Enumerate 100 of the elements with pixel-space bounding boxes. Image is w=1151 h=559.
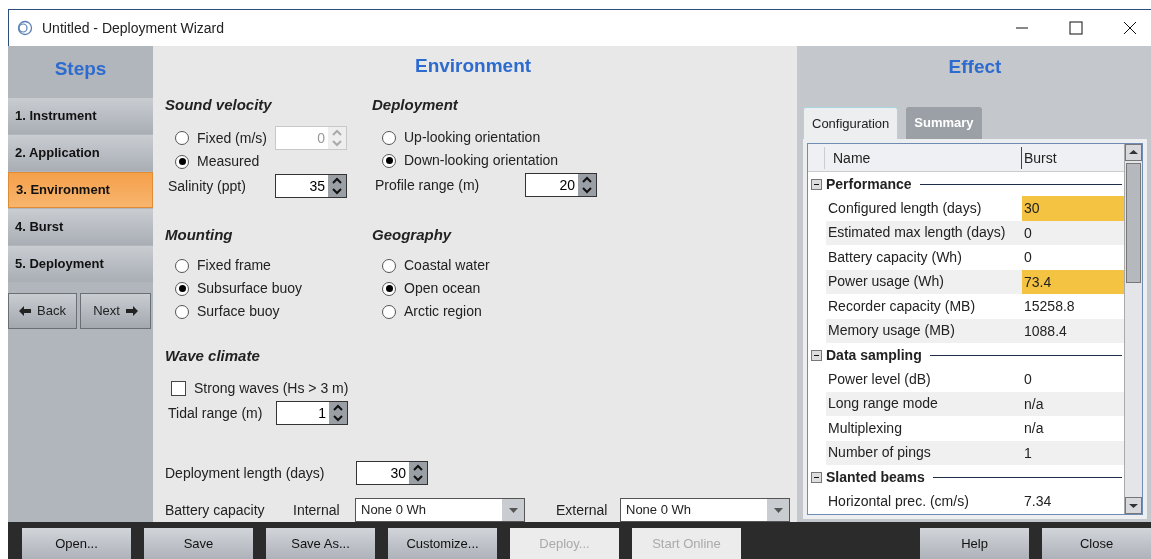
property-value: 30 xyxy=(1022,196,1124,221)
step-tab[interactable]: 5. Deployment xyxy=(8,246,153,282)
action-button[interactable]: Open... xyxy=(22,528,131,559)
radio-label: Fixed frame xyxy=(197,256,271,275)
spinner-arrows-icon[interactable] xyxy=(409,462,427,484)
property-name: Power level (dB) xyxy=(827,369,932,389)
property-name: Number of pings xyxy=(827,443,932,463)
radio-button[interactable] xyxy=(382,304,396,319)
radio-button[interactable] xyxy=(382,130,396,145)
action-button[interactable]: Save xyxy=(144,528,253,559)
group-title: Data sampling xyxy=(826,345,922,365)
property-name: Configured length (days) xyxy=(827,198,983,218)
section-title: Deployment xyxy=(372,95,458,115)
property-value: 7.34 xyxy=(1023,492,1053,511)
spin-field[interactable]: 1 xyxy=(276,401,348,425)
spinner-arrows-icon[interactable] xyxy=(328,175,346,197)
scroll-down-icon[interactable] xyxy=(1125,497,1142,514)
property-name: Recorder capacity (MB) xyxy=(827,296,977,316)
spinner-arrows-icon[interactable] xyxy=(578,174,596,196)
tab[interactable]: Configuration xyxy=(803,107,899,139)
property-value: 0 xyxy=(1023,223,1033,243)
field-label: Internal xyxy=(293,500,341,520)
collapse-icon[interactable] xyxy=(811,471,822,483)
group-title: Slanted beams xyxy=(826,467,925,487)
caret-down-icon[interactable] xyxy=(773,507,783,513)
property-name: Horizontal prec. (cm/s) xyxy=(827,491,970,511)
radio-button[interactable] xyxy=(175,281,189,296)
field-label: Deployment length (days) xyxy=(165,463,326,483)
scroll-up-icon[interactable] xyxy=(1125,144,1142,161)
property-value: 1 xyxy=(1023,443,1033,463)
property-value: n/a xyxy=(1023,394,1045,414)
radio-button[interactable] xyxy=(175,154,189,169)
collapse-icon[interactable] xyxy=(811,349,822,361)
spinner-arrows-icon[interactable] xyxy=(329,402,347,424)
radio-label: Down-looking orientation xyxy=(404,151,559,170)
field-label: Tidal range (m) xyxy=(167,403,264,423)
group-title: Performance xyxy=(826,174,912,194)
action-button[interactable]: Help xyxy=(920,528,1029,559)
next-button[interactable]: Next xyxy=(80,293,151,329)
radio-button[interactable] xyxy=(382,258,396,273)
section-title: Mounting xyxy=(165,225,233,245)
checkbox-label: Strong waves (Hs > 3 m) xyxy=(194,379,349,398)
collapse-icon[interactable] xyxy=(811,178,822,190)
property-name: Multiplexing xyxy=(827,418,903,438)
property-name: Estimated max length (days) xyxy=(827,223,1007,243)
radio-label: Surface buoy xyxy=(197,302,280,321)
property-value: 0 xyxy=(1023,370,1033,389)
action-button[interactable]: Close xyxy=(1042,528,1151,559)
property-value: 15258.8 xyxy=(1023,297,1076,316)
radio-button[interactable] xyxy=(382,281,396,296)
radio-button[interactable] xyxy=(175,304,189,319)
caret-down-icon[interactable] xyxy=(508,507,518,513)
checkbox[interactable] xyxy=(171,381,186,396)
panel-title: Effect xyxy=(948,55,1002,80)
property-name: Long range mode xyxy=(827,394,939,414)
action-button[interactable]: Save As... xyxy=(266,528,375,559)
action-button[interactable]: Customize... xyxy=(388,528,497,559)
app-logo-icon xyxy=(17,20,33,36)
section-title: Wave climate xyxy=(165,346,260,366)
radio-label: Coastal water xyxy=(404,256,490,275)
field-label: Profile range (m) xyxy=(374,175,481,195)
property-name: Memory usage (MB) xyxy=(827,321,956,341)
field-label: Salinity (ppt) xyxy=(167,176,247,196)
spin-field[interactable]: 20 xyxy=(525,173,597,197)
dropdown-field[interactable]: None 0 Wh xyxy=(355,498,525,522)
spin-field[interactable]: 35 xyxy=(275,174,347,198)
panel-title: Steps xyxy=(54,56,107,81)
section-title: Sound velocity xyxy=(165,95,272,115)
property-name: Battery capacity (Wh) xyxy=(827,247,963,267)
column-header[interactable]: Name xyxy=(824,146,1021,169)
close-icon[interactable] xyxy=(1123,21,1137,35)
step-tab[interactable]: 4. Burst xyxy=(8,209,153,245)
radio-label: Arctic region xyxy=(404,302,482,321)
radio-button[interactable] xyxy=(382,153,396,168)
step-tab[interactable]: 3. Environment xyxy=(8,172,153,208)
property-name: Power usage (Wh) xyxy=(827,272,945,292)
panel-title: Environment xyxy=(415,53,532,78)
dropdown-field[interactable]: None 0 Wh xyxy=(620,498,790,522)
scrollbar[interactable] xyxy=(1124,144,1142,514)
property-value: 1088.4 xyxy=(1023,321,1068,341)
radio-label: Measured xyxy=(197,152,260,171)
field-label: Battery capacity xyxy=(165,500,266,520)
radio-button[interactable] xyxy=(175,258,189,273)
arrow-right-icon xyxy=(125,306,138,316)
step-tab[interactable]: 2. Application xyxy=(8,135,153,171)
property-value: 0 xyxy=(1023,248,1033,267)
spin-field[interactable]: 30 xyxy=(356,461,428,485)
window-title: Untitled - Deployment Wizard xyxy=(42,18,225,38)
radio-label: Up-looking orientation xyxy=(404,128,541,147)
radio-label: Fixed (m/s) xyxy=(197,128,267,148)
radio-button[interactable] xyxy=(175,131,189,145)
maximize-icon[interactable] xyxy=(1069,21,1083,35)
section-title: Geography xyxy=(372,225,452,245)
back-button[interactable]: Back xyxy=(8,293,77,329)
step-tab[interactable]: 1. Instrument xyxy=(8,98,153,134)
arrow-left-icon xyxy=(19,306,32,316)
property-value: 73.4 xyxy=(1022,269,1124,294)
property-value: n/a xyxy=(1023,419,1045,438)
radio-label: Subsurface buoy xyxy=(197,279,303,298)
radio-label: Open ocean xyxy=(404,279,481,298)
